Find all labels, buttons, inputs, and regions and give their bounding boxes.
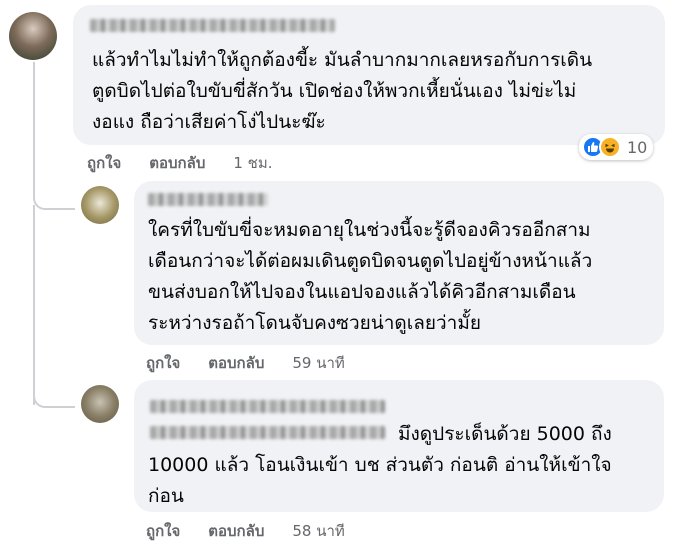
thread-connector	[33, 380, 75, 408]
comment-text: 10000 แล้ว โอนเงินเข้า บช ส่วนตัว ก่อนติ…	[148, 454, 612, 507]
comment-time[interactable]: 58 นาที	[292, 522, 344, 540]
reply-button[interactable]: ตอบกลับ	[208, 522, 264, 540]
reply-button[interactable]: ตอบกลับ	[208, 354, 264, 372]
comment-actions: ถูกใจ ตอบกลับ 58 นาที	[146, 519, 373, 543]
thread-connector	[33, 62, 75, 210]
comment-time[interactable]: 59 นาที	[292, 354, 344, 372]
avatar[interactable]	[81, 385, 119, 423]
avatar[interactable]	[9, 12, 57, 60]
like-button[interactable]: ถูกใจ	[146, 354, 180, 372]
commenter-name-redacted[interactable]	[148, 193, 268, 206]
haha-icon	[599, 136, 621, 158]
reply-button[interactable]: ตอบกลับ	[149, 154, 205, 172]
comment-actions: ถูกใจ ตอบกลับ 1 ชม.	[87, 151, 301, 175]
commenter-name-redacted[interactable]	[90, 19, 335, 32]
commenter-name-redacted[interactable]	[150, 426, 385, 439]
comment-actions: ถูกใจ ตอบกลับ 59 นาที	[146, 351, 373, 375]
reaction-summary[interactable]: 10	[579, 134, 654, 160]
comment-text: ใครที่ใบขับขี่จะหมดอายุในช่วงนี้จะรู้ดีจ…	[148, 219, 593, 334]
commenter-name-redacted[interactable]	[150, 400, 385, 413]
reaction-count: 10	[627, 137, 648, 157]
comment-time[interactable]: 1 ชม.	[233, 154, 272, 172]
like-button[interactable]: ถูกใจ	[87, 154, 121, 172]
avatar[interactable]	[81, 186, 119, 224]
like-button[interactable]: ถูกใจ	[146, 522, 180, 540]
comment-text: แล้วทำไมไม่ทำให้ถูกต้องขี้ะ มันลำบากมากเ…	[92, 49, 593, 133]
thread-connector	[33, 205, 75, 405]
comment-text: มึงดูประเด็นด้วย 5000 ถึง	[398, 423, 612, 445]
